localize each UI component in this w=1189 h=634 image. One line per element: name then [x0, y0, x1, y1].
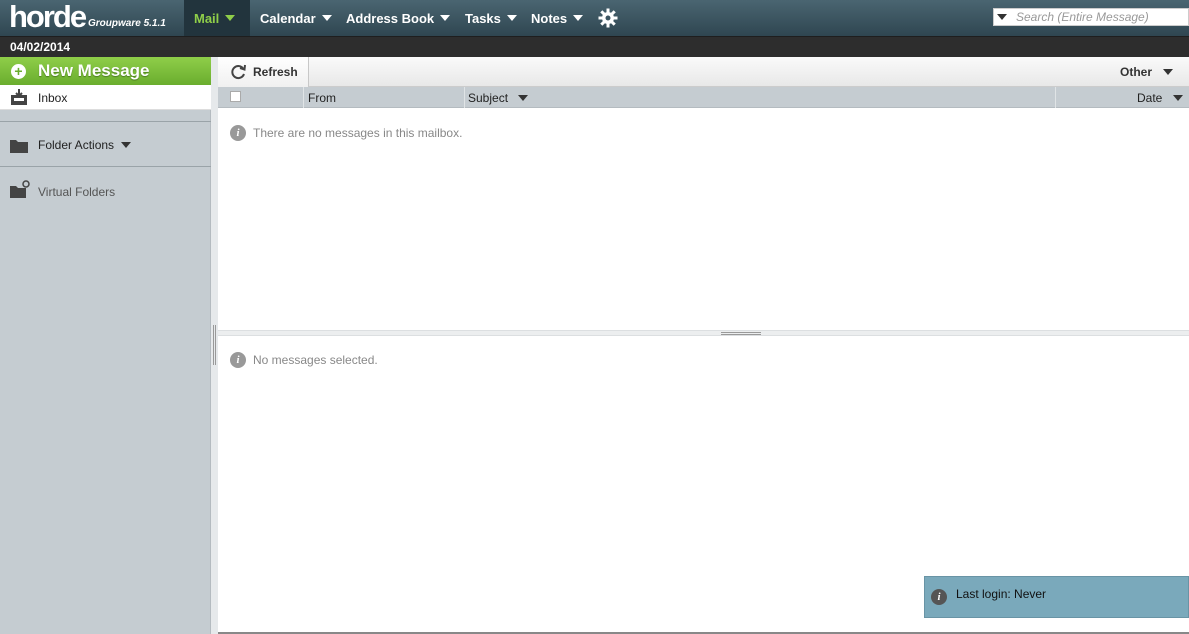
nav-calendar[interactable]: Calendar — [260, 0, 332, 36]
sort-chevron-icon — [518, 95, 528, 101]
date-bar: 04/02/2014 — [0, 36, 1189, 57]
inbox-icon — [11, 89, 27, 105]
chevron-down-icon — [321, 15, 332, 21]
column-from[interactable]: From — [303, 87, 464, 108]
info-icon: i — [931, 589, 947, 605]
nav-address-book[interactable]: Address Book — [346, 0, 451, 36]
sidebar-item-virtual-folders[interactable]: Virtual Folders — [0, 179, 211, 203]
gear-icon[interactable] — [598, 8, 618, 28]
empty-mailbox-text: There are no messages in this mailbox. — [253, 126, 463, 140]
nav-mail[interactable]: Mail — [184, 0, 250, 36]
info-icon: i — [230, 352, 246, 368]
chevron-down-icon — [440, 15, 451, 21]
nav-address-book-label: Address Book — [346, 10, 435, 26]
nav-calendar-label: Calendar — [260, 10, 316, 26]
sidebar-item-inbox[interactable]: Inbox — [0, 85, 211, 110]
refresh-button[interactable]: Refresh — [218, 57, 309, 87]
nav-notes-label: Notes — [531, 10, 568, 26]
folder-icon — [10, 140, 28, 153]
message-list: i There are no messages in this mailbox. — [218, 108, 1189, 330]
search-scope-dropdown-icon[interactable] — [997, 14, 1007, 20]
chevron-down-icon — [225, 15, 236, 21]
column-date[interactable]: Date — [1055, 87, 1189, 108]
column-subject-label: Subject — [468, 91, 509, 105]
chevron-down-icon — [1163, 69, 1173, 75]
sidebar-item-label: Inbox — [38, 91, 68, 105]
message-list-header: From Subject Date — [218, 87, 1189, 108]
info-icon: i — [230, 125, 246, 141]
folder-actions-label: Folder Actions — [38, 138, 115, 152]
other-menu-button[interactable]: Other — [1099, 57, 1189, 87]
notification-text: Last login: Never — [956, 587, 1047, 601]
mailbox-toolbar: Refresh Other — [218, 57, 1189, 87]
column-subject[interactable]: Subject — [464, 87, 1055, 108]
sidebar-splitter[interactable] — [211, 57, 218, 634]
chevron-down-icon — [573, 15, 584, 21]
splitter-grip[interactable] — [721, 332, 761, 335]
plus-icon: + — [11, 64, 26, 79]
search-input[interactable] — [1016, 9, 1186, 25]
virtual-folder-icon — [10, 180, 30, 198]
sidebar: + New Message Inbox Folder Actions Virtu… — [0, 57, 211, 634]
notification-toast[interactable]: i Last login: Never — [924, 576, 1189, 618]
other-label: Other — [1120, 65, 1153, 79]
refresh-icon — [231, 64, 246, 80]
new-message-label: New Message — [38, 61, 150, 80]
column-date-label: Date — [1137, 91, 1163, 105]
search-box — [993, 8, 1189, 26]
divider — [0, 166, 211, 167]
logo-text: horde — [9, 0, 87, 34]
horde-logo[interactable]: horde Groupware 5.1.1 — [0, 0, 184, 36]
folder-actions-menu[interactable]: Folder Actions — [0, 133, 211, 157]
column-from-label: From — [308, 91, 336, 105]
version-text: Groupware 5.1.1 — [88, 18, 166, 29]
no-selection-text: No messages selected. — [253, 353, 378, 367]
new-message-button[interactable]: + New Message — [0, 57, 211, 85]
select-all-checkbox[interactable] — [230, 91, 241, 102]
nav-tasks-label: Tasks — [465, 10, 501, 26]
refresh-label: Refresh — [253, 65, 298, 79]
splitter-grip[interactable] — [213, 325, 216, 365]
top-nav-bar: horde Groupware 5.1.1 Mail Calendar Addr… — [0, 0, 1189, 36]
nav-tasks[interactable]: Tasks — [465, 0, 517, 36]
sidebar-item-label: Virtual Folders — [38, 185, 116, 199]
nav-notes[interactable]: Notes — [531, 0, 584, 36]
sort-chevron-icon — [1173, 95, 1183, 101]
nav-mail-label: Mail — [194, 10, 220, 26]
chevron-down-icon — [506, 15, 517, 21]
current-date: 04/02/2014 — [10, 40, 71, 54]
divider — [0, 121, 211, 122]
chevron-down-icon — [121, 142, 131, 148]
